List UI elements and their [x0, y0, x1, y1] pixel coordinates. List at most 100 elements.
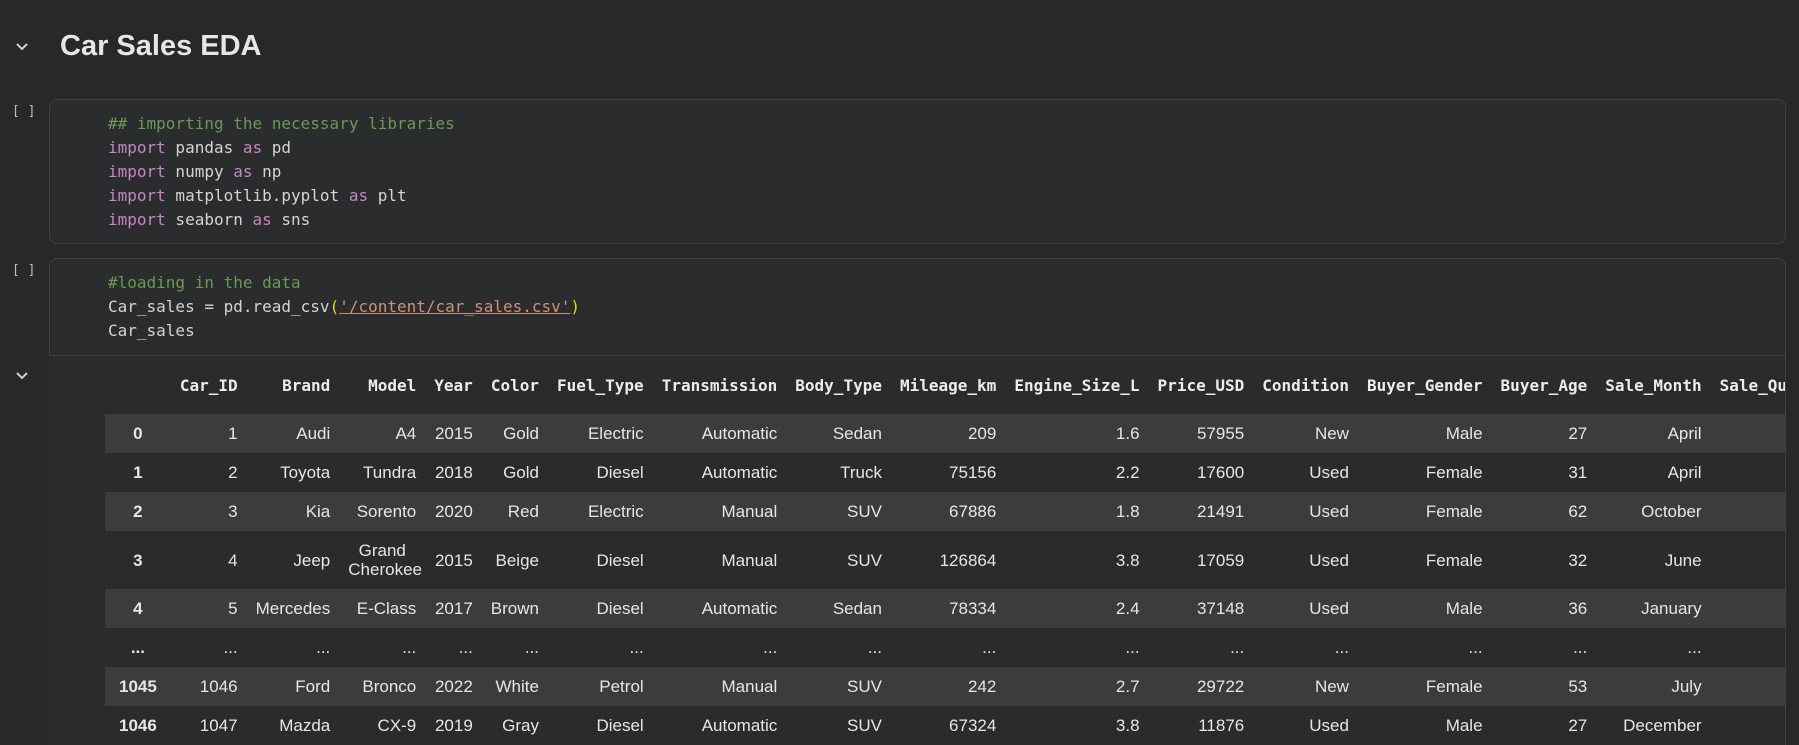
code-line: #loading in the data [108, 271, 580, 295]
column-header: Sale_Qu [1719, 375, 1785, 395]
table-cell: Used [1309, 716, 1349, 735]
table-cell: 2020 [434, 502, 473, 521]
code-token: ( [329, 297, 340, 316]
code-token: import [108, 210, 166, 229]
table-cell: Manual [721, 502, 778, 521]
table-cell: 3.8 [1115, 716, 1140, 735]
code-token: sns [271, 210, 311, 229]
code-editor-2[interactable]: #loading in the data Car_sales = pd.read_… [108, 271, 580, 343]
table-cell [1711, 453, 1785, 492]
table-cell: 2022 [434, 677, 473, 696]
code-token: as [252, 210, 272, 229]
column-header: Model [368, 375, 417, 395]
run-cell-1-button[interactable]: [ ] [12, 104, 35, 119]
table-cell: Gray [502, 716, 539, 735]
table-cell: ... [1334, 638, 1349, 657]
row-index: 1 [133, 463, 143, 482]
row-index: ... [130, 638, 145, 657]
table-cell: July [1671, 677, 1702, 696]
table-cell [1711, 706, 1785, 745]
wrapped-cell-text: Grand Cherokee [348, 541, 422, 579]
table-cell: 2.7 [1115, 677, 1140, 696]
row-index: 0 [133, 424, 143, 443]
column-header: Color [490, 375, 539, 395]
code-line: Car_sales [108, 319, 580, 343]
code-token: plt [368, 186, 407, 205]
column-header: Buyer_Gender [1366, 375, 1483, 395]
table-cell: 67886 [949, 502, 997, 521]
table-cell: 2019 [434, 716, 473, 735]
table-cell: 2015 [434, 550, 473, 570]
code-token: as [233, 162, 253, 181]
code-line: import pandas as pd [108, 136, 455, 160]
table-cell: 36 [1568, 599, 1588, 618]
table-cell: April [1667, 463, 1702, 482]
table-cell: Electric [587, 502, 644, 521]
table-cell: Female [1425, 677, 1483, 696]
run-cell-2-button[interactable]: [ ] [12, 263, 35, 278]
table-cell: Gold [503, 463, 539, 482]
table-cell: Diesel [596, 463, 644, 482]
table-cell: 2.2 [1115, 463, 1140, 482]
table-cell: 3 [228, 502, 238, 521]
table-cell: Kia [305, 502, 331, 521]
table-cell: 2 [228, 463, 238, 482]
table-cell: Manual [721, 550, 778, 570]
table-cell: White [495, 677, 539, 696]
code-token: as [242, 138, 263, 157]
collapse-output-chevron-icon[interactable] [10, 363, 34, 387]
code-line: import matplotlib.pyplot as plt [108, 184, 455, 208]
column-header: Fuel_Type [556, 375, 644, 395]
table-cell: SUV [847, 716, 882, 735]
table-cell [1711, 492, 1785, 531]
table-cell: 209 [967, 424, 997, 443]
table-cell: 4 [228, 550, 238, 570]
table-cell: April [1667, 424, 1702, 443]
table-cell [1711, 589, 1785, 628]
table-cell: Sedan [832, 424, 882, 443]
row-index: 4 [133, 599, 143, 618]
code-token: ) [570, 297, 581, 316]
code-token: import [108, 186, 166, 205]
table-cell: Automatic [701, 716, 778, 735]
column-header: Price_USD [1157, 375, 1245, 395]
column-header: Brand [282, 375, 331, 395]
table-cell: Gold [503, 424, 539, 443]
column-header: Body_Type [795, 375, 882, 395]
table-cell: 27 [1568, 424, 1588, 443]
table-cell: ... [524, 638, 539, 657]
table-cell: January [1641, 599, 1702, 618]
collapse-section-chevron-icon[interactable] [10, 34, 34, 58]
row-index: 3 [133, 550, 143, 570]
table-cell: Sedan [832, 599, 882, 618]
column-header: Mileage_km [899, 375, 997, 395]
code-token: #loading in the data [108, 273, 301, 292]
table-row: 4 5 Mercedes E-Class 2017 Brown Diesel Automati… [105, 589, 1785, 628]
column-header: Buyer_Age [1500, 375, 1588, 395]
table-cell: 1.6 [1115, 424, 1140, 443]
table-cell: Female [1425, 550, 1483, 570]
table-cell: 1 [228, 424, 238, 443]
table-cell: 78334 [949, 599, 997, 618]
table-cell: 3.8 [1115, 550, 1140, 570]
table-cell: Mazda [279, 716, 331, 735]
table-cell [1711, 531, 1785, 589]
table-cell [1711, 667, 1785, 706]
code-cell-1[interactable]: ## importing the necessary libraries impo… [49, 99, 1786, 244]
table-cell: E-Class [356, 599, 417, 618]
table-cell: ... [223, 638, 238, 657]
table-cell: Electric [587, 424, 644, 443]
table-cell: 1.8 [1115, 502, 1140, 521]
table-cell: Male [1445, 716, 1483, 735]
table-cell: Audi [296, 424, 331, 443]
table-cell: Female [1425, 502, 1483, 521]
table-row: 3 4 Jeep Grand Cherokee 2015 Beige Diesel Manua… [105, 531, 1785, 589]
table-cell: A4 [395, 424, 417, 443]
table-cell: Truck [840, 463, 882, 482]
table-row: 1 2 Toyota Tundra 2018 Gold Diesel Automatic Tru… [105, 453, 1785, 492]
table-cell: New [1314, 677, 1349, 696]
code-token: import [108, 162, 166, 181]
table-cell: 1046 [199, 677, 238, 696]
table-cell: Toyota [280, 463, 331, 482]
code-editor-1[interactable]: ## importing the necessary libraries impo… [108, 112, 455, 232]
